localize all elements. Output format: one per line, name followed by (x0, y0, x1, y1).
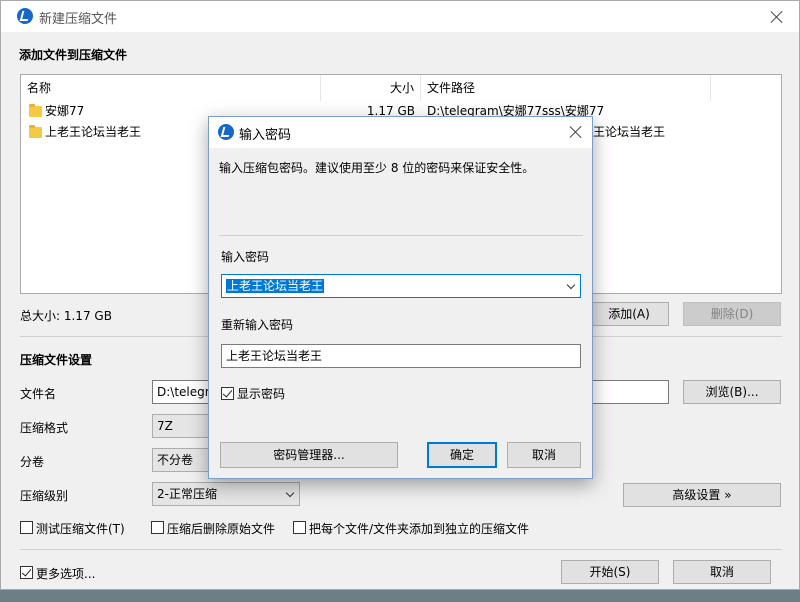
add-button[interactable]: 添加(A) (589, 302, 669, 326)
column-header-size[interactable]: 大小 (321, 75, 421, 101)
app-logo-icon (218, 124, 234, 140)
filename-label: 文件名 (20, 387, 57, 401)
delete-button[interactable]: 删除(D) (683, 302, 781, 326)
start-button[interactable]: 开始(S) (561, 560, 659, 584)
test-archive-label[interactable]: 测试压缩文件(T) (36, 520, 125, 537)
close-icon[interactable] (769, 9, 785, 25)
separate-archives-label[interactable]: 把每个文件/文件夹添加到独立的压缩文件 (309, 520, 529, 537)
password-input[interactable]: 上老王论坛当老王 (221, 274, 581, 298)
confirm-password-input[interactable]: 上老王论坛当老王 (221, 344, 581, 368)
column-header-path[interactable]: 文件路径 (421, 75, 711, 101)
password-dialog: 输入密码 输入压缩包密码。建议使用至少 8 位的密码来保证安全性。 输入密码 上… (208, 116, 593, 479)
total-size-label: 总大小: 1.17 GB (20, 309, 112, 323)
browse-button[interactable]: 浏览(B)... (683, 380, 781, 404)
list-item-name: 上老王论坛当老王 (45, 125, 142, 139)
background-desktop (0, 590, 800, 602)
folder-icon (29, 104, 42, 117)
password-manager-button[interactable]: 密码管理器... (220, 442, 398, 468)
dialog-divider (219, 235, 583, 236)
column-header-name[interactable]: 名称 (21, 75, 321, 101)
list-item-path: 王论坛当老王 (593, 125, 666, 139)
main-titlebar[interactable]: 新建压缩文件 (1, 1, 799, 32)
more-options-label[interactable]: 更多选项... (36, 565, 95, 582)
advanced-settings-button[interactable]: 高级设置 » (623, 483, 781, 507)
level-label: 压缩级别 (20, 489, 69, 503)
divider (20, 549, 782, 550)
chevron-down-icon[interactable] (566, 280, 576, 290)
format-label: 压缩格式 (20, 421, 69, 435)
password-value: 上老王论坛当老王 (226, 279, 325, 293)
level-select[interactable]: 2-正常压缩 (152, 482, 300, 506)
main-window-title: 新建压缩文件 (39, 12, 118, 27)
show-password-checkbox[interactable] (221, 387, 234, 400)
show-password-label[interactable]: 显示密码 (237, 385, 285, 402)
dialog-close-icon[interactable] (568, 124, 584, 140)
split-label: 分卷 (20, 455, 45, 469)
dialog-title: 输入密码 (239, 128, 292, 143)
password-label: 输入密码 (221, 250, 270, 264)
app-logo-icon (17, 8, 33, 24)
dialog-description: 输入压缩包密码。建议使用至少 8 位的密码来保证安全性。 (219, 161, 535, 175)
add-files-section-title: 添加文件到压缩文件 (19, 48, 128, 62)
test-archive-checkbox[interactable] (20, 521, 33, 534)
main-cancel-button[interactable]: 取消 (673, 560, 771, 584)
delete-source-checkbox[interactable] (151, 521, 164, 534)
delete-source-label[interactable]: 压缩后删除原始文件 (167, 520, 275, 537)
confirm-password-label: 重新输入密码 (221, 318, 294, 332)
more-options-checkbox[interactable] (20, 566, 33, 579)
dialog-cancel-button[interactable]: 取消 (507, 442, 581, 468)
folder-icon (29, 125, 42, 138)
separate-archives-checkbox[interactable] (293, 521, 306, 534)
dialog-titlebar[interactable]: 输入密码 (209, 117, 592, 148)
format-value: 7Z (157, 419, 173, 433)
split-value: 不分卷 (157, 453, 194, 467)
chevron-down-icon (285, 488, 295, 498)
ok-button[interactable]: 确定 (427, 442, 497, 468)
archive-settings-title: 压缩文件设置 (20, 353, 93, 367)
list-item-name: 安娜77 (45, 104, 85, 118)
level-value: 2-正常压缩 (157, 487, 217, 501)
